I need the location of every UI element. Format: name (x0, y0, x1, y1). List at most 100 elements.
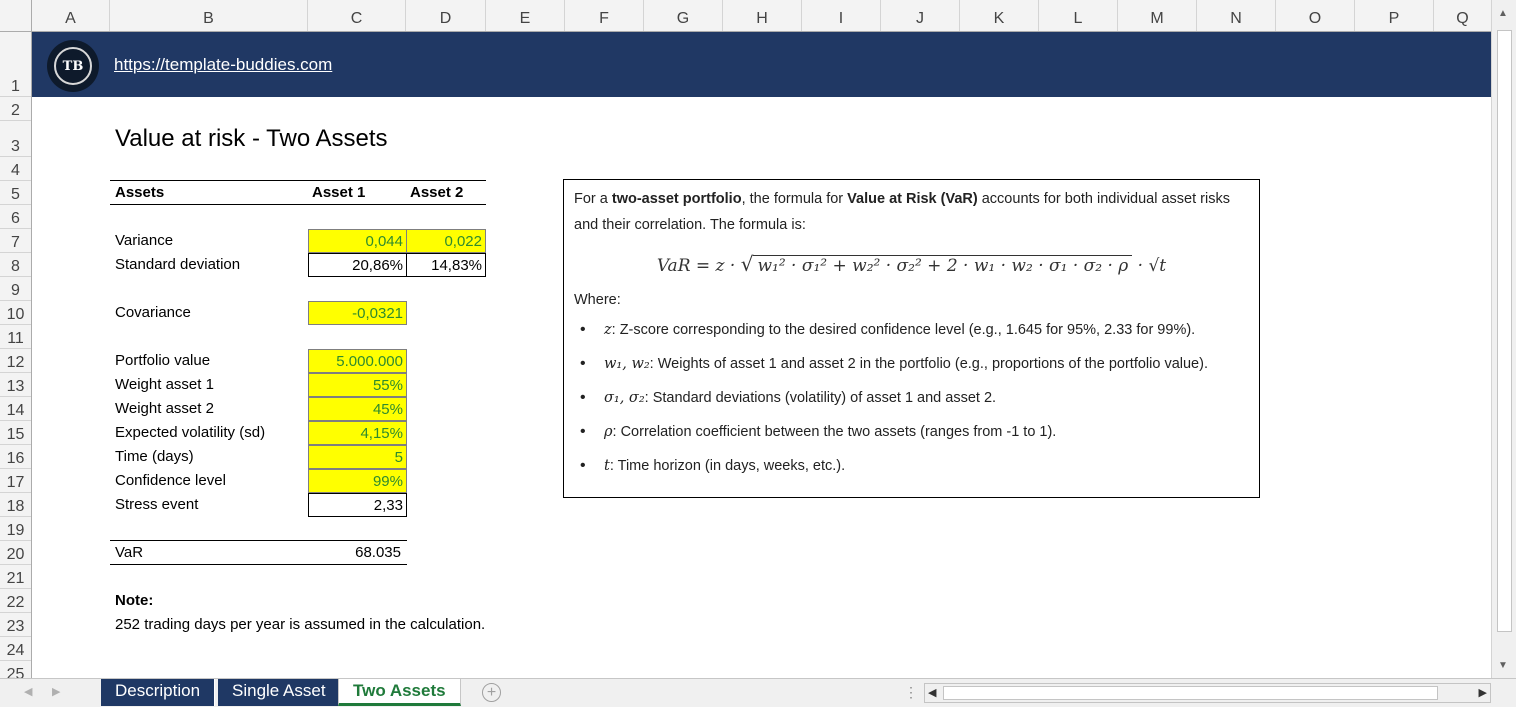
column-header-b[interactable]: B (110, 0, 308, 31)
confidence-level-label: Confidence level (115, 472, 226, 489)
previous-sheet-icon[interactable]: ◀ (24, 685, 32, 698)
row-header-15[interactable]: 15 (0, 421, 31, 445)
variance-asset2-input[interactable]: 0,022 (406, 229, 486, 253)
column-header-p[interactable]: P (1355, 0, 1434, 31)
header-asset-2: Asset 2 (410, 184, 464, 201)
weight-asset2-label: Weight asset 2 (115, 400, 214, 417)
formula-textbox[interactable]: For a two-asset portfolio, the formula f… (563, 179, 1260, 498)
row-header-3[interactable]: 3 (0, 121, 31, 157)
weight-asset2-input[interactable]: 45% (308, 397, 407, 421)
std-dev-asset2[interactable]: 14,83% (406, 253, 486, 277)
row-header-9[interactable]: 9 (0, 277, 31, 301)
column-header-c[interactable]: C (308, 0, 406, 31)
row-header-22[interactable]: 22 (0, 589, 31, 613)
intro-bold-text: Value at Risk (VaR) (847, 191, 978, 207)
column-header-m[interactable]: M (1118, 0, 1197, 31)
column-header-j[interactable]: J (881, 0, 960, 31)
formula-intro: For a two-asset portfolio, the formula f… (574, 186, 1254, 238)
column-header-a[interactable]: A (32, 0, 110, 31)
stress-event-label: Stress event (115, 496, 199, 513)
row-header-18[interactable]: 18 (0, 493, 31, 517)
variable-description: : Standard deviations (volatility) of as… (644, 390, 997, 406)
variance-asset1-input[interactable]: 0,044 (308, 229, 407, 253)
row-header-19[interactable]: 19 (0, 517, 31, 541)
column-header-d[interactable]: D (406, 0, 486, 31)
next-sheet-icon[interactable]: ▶ (52, 685, 60, 698)
note-text: 252 trading days per year is assumed in … (115, 616, 486, 633)
horizontal-scrollbar[interactable]: ◀ ▶ (924, 683, 1491, 703)
tab-description[interactable]: Description (101, 679, 216, 706)
row-header-25[interactable]: 25 (0, 661, 31, 678)
list-item: w₁, w₂: Weights of asset 1 and asset 2 i… (574, 352, 1249, 386)
worksheet-grid[interactable]: TB https://template-buddies.com Value at… (32, 32, 1491, 678)
vertical-scroll-thumb[interactable] (1497, 30, 1512, 632)
row-header-10[interactable]: 10 (0, 301, 31, 325)
header-asset-1: Asset 1 (312, 184, 366, 201)
row-header-23[interactable]: 23 (0, 613, 31, 637)
row-header-21[interactable]: 21 (0, 565, 31, 589)
tab-two-assets[interactable]: Two Assets (338, 679, 461, 706)
weight-asset1-label: Weight asset 1 (115, 376, 214, 393)
formula-radicand: w₁² · σ₁² + w₂² · σ₂² + 2 · w₁ · w₂ · σ₁… (753, 255, 1133, 276)
select-all-corner[interactable] (0, 0, 32, 32)
weight-asset1-input[interactable]: 55% (308, 373, 407, 397)
horizontal-scroll-thumb[interactable] (943, 686, 1438, 700)
std-dev-asset1[interactable]: 20,86% (308, 253, 407, 277)
split-handle[interactable]: ⋮ (904, 684, 918, 701)
variable-description: : Time horizon (in days, weeks, etc.). (609, 458, 846, 474)
column-header-l[interactable]: L (1039, 0, 1118, 31)
row-header-2[interactable]: 2 (0, 97, 31, 121)
row-header-16[interactable]: 16 (0, 445, 31, 469)
row-header-13[interactable]: 13 (0, 373, 31, 397)
page-title: Value at risk - Two Assets (115, 125, 388, 152)
row-header-4[interactable]: 4 (0, 157, 31, 181)
plus-circle-icon[interactable]: + (482, 683, 501, 702)
row-header-17[interactable]: 17 (0, 469, 31, 493)
intro-bold-text: two-asset portfolio (611, 191, 742, 207)
row-header-8[interactable]: 8 (0, 253, 31, 277)
row-header-24[interactable]: 24 (0, 637, 31, 661)
variable-symbol: σ₁, σ₂ (604, 390, 645, 406)
portfolio-value-input[interactable]: 5.000.000 (308, 349, 407, 373)
column-header-k[interactable]: K (960, 0, 1039, 31)
row-header-12[interactable]: 12 (0, 349, 31, 373)
volatility-label: Expected volatility (sd) (115, 424, 266, 441)
triangle-right-icon[interactable]: ▶ (1479, 686, 1487, 699)
intro-text: , the formula for (741, 191, 848, 207)
row-header-7[interactable]: 7 (0, 229, 31, 253)
vertical-scrollbar[interactable]: ▲ ▼ (1491, 0, 1516, 678)
triangle-up-icon[interactable]: ▲ (1498, 8, 1508, 19)
column-header-o[interactable]: O (1276, 0, 1355, 31)
column-header-q[interactable]: Q (1434, 0, 1491, 31)
stress-event-value[interactable]: 2,33 (308, 493, 407, 517)
tab-single-asset[interactable]: Single Asset (218, 679, 341, 706)
website-link[interactable]: https://template-buddies.com (114, 55, 332, 75)
variable-symbol: z (604, 322, 612, 338)
divider (110, 564, 407, 565)
row-header-20[interactable]: 20 (0, 541, 31, 565)
covariance-label: Covariance (115, 304, 191, 321)
row-header-6[interactable]: 6 (0, 205, 31, 229)
list-item: ρ: Correlation coefficient between the t… (574, 420, 1249, 454)
row-header-bar: 1 2 3 4 5 6 7 8 9 10 11 12 13 14 15 16 1… (0, 32, 32, 678)
row-header-5[interactable]: 5 (0, 181, 31, 205)
variable-symbol: ρ (604, 424, 613, 440)
row-header-11[interactable]: 11 (0, 325, 31, 349)
column-header-i[interactable]: I (802, 0, 881, 31)
row-header-14[interactable]: 14 (0, 397, 31, 421)
time-days-input[interactable]: 5 (308, 445, 407, 469)
variance-label: Variance (115, 232, 174, 249)
triangle-left-icon[interactable]: ◀ (928, 686, 936, 699)
var-label: VaR (115, 544, 144, 561)
column-header-g[interactable]: G (644, 0, 723, 31)
column-header-e[interactable]: E (486, 0, 565, 31)
column-header-h[interactable]: H (723, 0, 802, 31)
var-result[interactable]: 68.035 (308, 541, 407, 565)
triangle-down-icon[interactable]: ▼ (1498, 660, 1508, 671)
confidence-level-input[interactable]: 99% (308, 469, 407, 493)
row-header-1[interactable]: 1 (0, 32, 31, 97)
column-header-n[interactable]: N (1197, 0, 1276, 31)
column-header-f[interactable]: F (565, 0, 644, 31)
covariance-input[interactable]: -0,0321 (308, 301, 407, 325)
volatility-input[interactable]: 4,15% (308, 421, 407, 445)
